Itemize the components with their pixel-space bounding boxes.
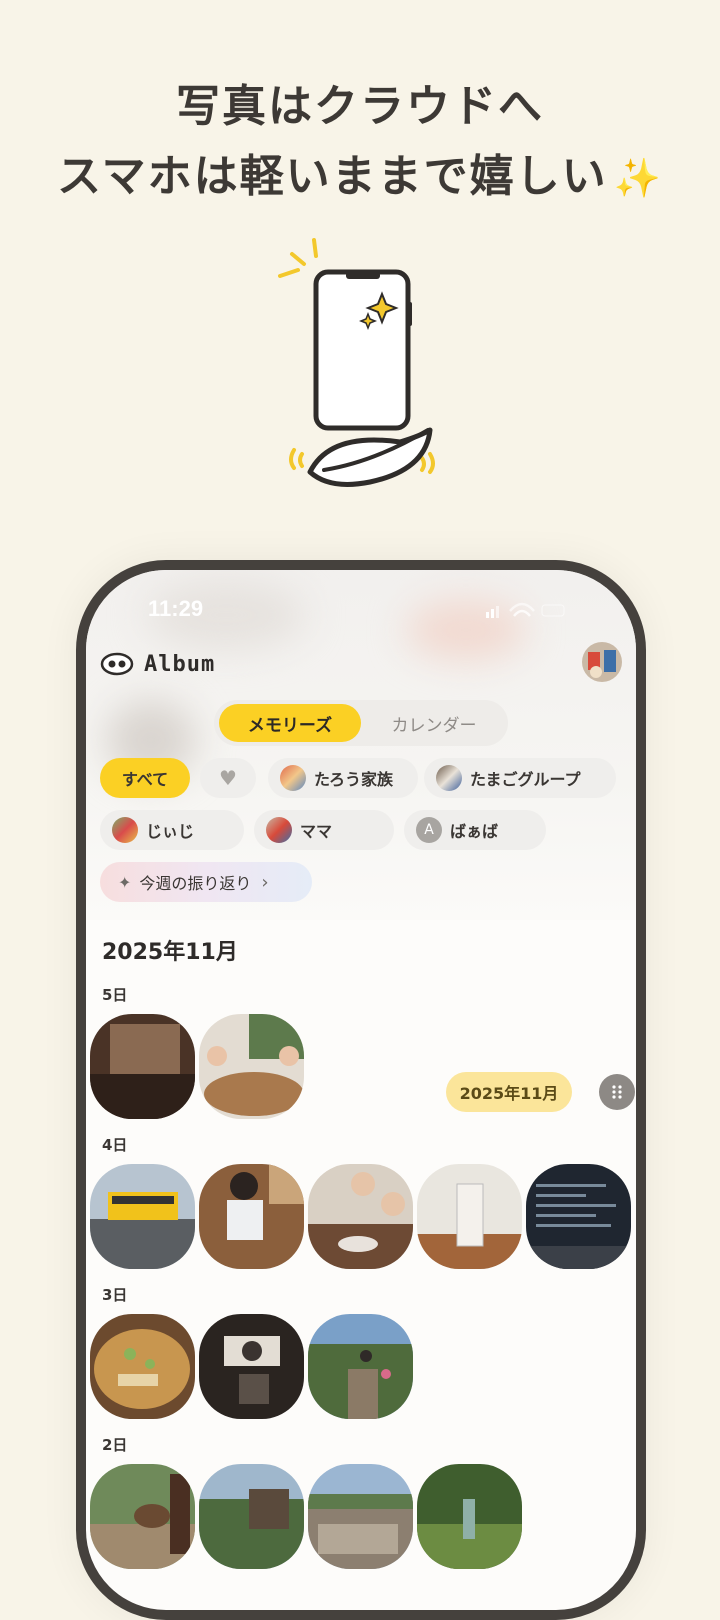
group-label: ママ: [300, 822, 333, 841]
group-avatar: [112, 817, 138, 843]
photo-image: [90, 1314, 195, 1419]
sparkle-icon: ✦: [118, 872, 132, 892]
tab-memories[interactable]: メモリーズ: [219, 704, 361, 742]
filter-group-mama[interactable]: ママ: [254, 810, 394, 850]
photo-image: [199, 1014, 304, 1119]
group-avatar-initial: A: [416, 817, 442, 843]
photo-thumbnail[interactable]: [90, 1464, 195, 1569]
photo-thumbnail[interactable]: [417, 1164, 522, 1269]
filter-all-label: すべて: [121, 770, 169, 789]
photo-thumbnail[interactable]: [199, 1314, 304, 1419]
avatar-image: [582, 642, 622, 682]
photo-image: [308, 1314, 413, 1419]
group-label: たまごグループ: [470, 770, 581, 789]
photo-thumbnail[interactable]: [308, 1164, 413, 1269]
group-avatar: [280, 765, 306, 791]
photo-thumbnail[interactable]: [417, 1464, 522, 1569]
filter-group-taro[interactable]: たろう家族: [268, 758, 418, 798]
photo-thumbnail[interactable]: [90, 1014, 195, 1119]
photo-image: [308, 1164, 413, 1269]
headline-line-1: 写真はクラウドへ: [176, 81, 544, 132]
day-label: 2日: [102, 1436, 128, 1454]
photo-thumbnail[interactable]: [526, 1164, 631, 1269]
chevron-right-icon: ›: [261, 871, 269, 893]
eyes-icon: [100, 652, 134, 676]
headline-line-2-text: スマホは軽いままで嬉しい: [56, 151, 608, 202]
photo-image: [308, 1464, 413, 1569]
photo-thumbnail[interactable]: [199, 1014, 304, 1119]
photo-thumbnail[interactable]: [308, 1314, 413, 1419]
app-header: Album: [100, 646, 215, 682]
filter-group-jiiji[interactable]: じぃじ: [100, 810, 244, 850]
photo-image: [417, 1164, 522, 1269]
group-label: たろう家族: [314, 770, 394, 789]
photo-image: [90, 1164, 195, 1269]
headline-line-2: スマホは軽いままで嬉しい ✨: [0, 140, 720, 204]
view-segmented-control: メモリーズ カレンダー: [214, 700, 508, 746]
photo-image: [417, 1464, 522, 1569]
photo-image: [90, 1464, 195, 1569]
app-title: Album: [144, 651, 216, 677]
grip-dots-glyph: [612, 1085, 622, 1099]
photo-image: [90, 1014, 195, 1119]
photo-image: [199, 1314, 304, 1419]
weekly-review-label: 今週の振り返り: [139, 874, 252, 893]
photo-thumbnail[interactable]: [90, 1314, 195, 1419]
day-label: 3日: [102, 1286, 128, 1304]
weekly-review-button[interactable]: ✦ 今週の振り返り ›: [100, 862, 312, 902]
filter-favorite-chip[interactable]: ♥: [200, 758, 256, 798]
signal-wifi-battery-icon: [486, 602, 565, 618]
group-label: じぃじ: [146, 822, 195, 841]
grip-dots-icon[interactable]: [599, 1074, 635, 1110]
tab-calendar[interactable]: カレンダー: [364, 704, 504, 742]
status-time: 11:29: [148, 596, 204, 621]
phone-frame: 11:29 Album メモリーズ カレンダー すべて ♥ たろう家族 たまごグ…: [76, 560, 646, 1620]
photo-thumbnail[interactable]: [199, 1164, 304, 1269]
photo-image: [199, 1464, 304, 1569]
photo-thumbnail[interactable]: [199, 1464, 304, 1569]
photo-image: [199, 1164, 304, 1269]
sparkle-emoji: ✨: [613, 156, 663, 200]
phone-feather-illustration: [278, 238, 435, 487]
day-label: 5日: [102, 986, 128, 1004]
group-avatar: [266, 817, 292, 843]
day-label: 4日: [102, 1136, 128, 1154]
group-label: ばぁば: [450, 822, 499, 841]
filter-group-baaba[interactable]: A ばぁば: [404, 810, 546, 850]
month-heading: 2025年11月: [102, 940, 238, 965]
photo-thumbnail[interactable]: [90, 1164, 195, 1269]
photo-thumbnail[interactable]: [308, 1464, 413, 1569]
profile-avatar[interactable]: [582, 642, 622, 682]
heart-icon: ♥: [219, 766, 237, 790]
scrubber-date-label: 2025年11月: [446, 1072, 572, 1112]
filter-group-tamago[interactable]: たまごグループ: [424, 758, 616, 798]
photo-image: [526, 1164, 631, 1269]
filter-all-chip[interactable]: すべて: [100, 758, 190, 798]
group-avatar: [436, 765, 462, 791]
